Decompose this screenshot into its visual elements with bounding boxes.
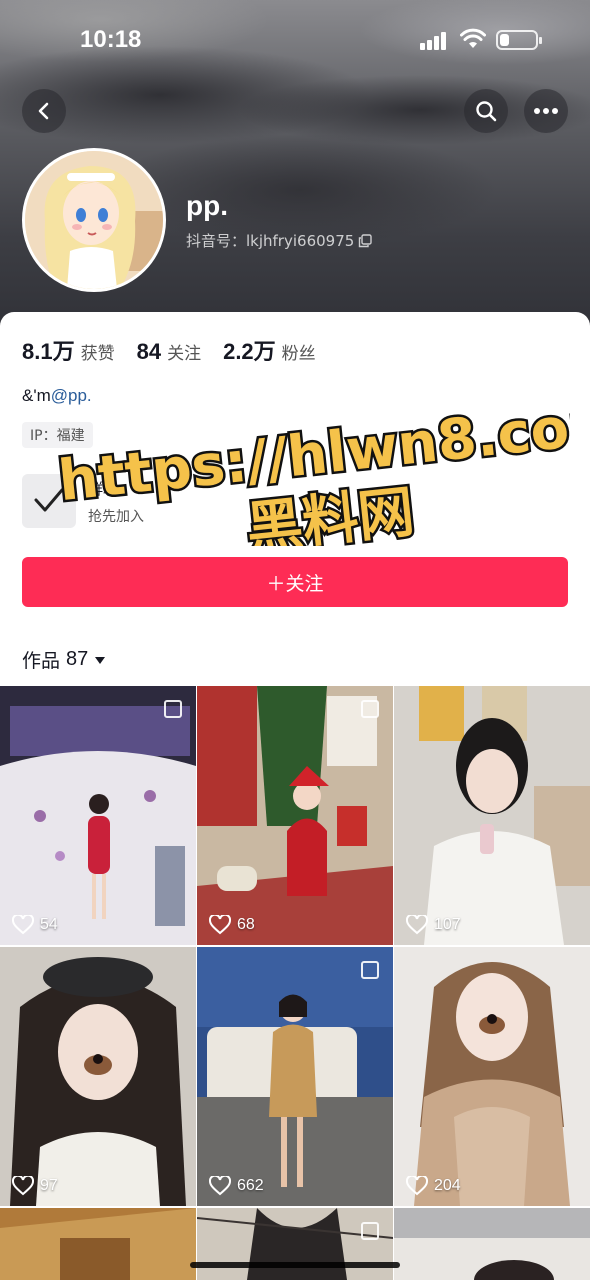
video-tile[interactable]: 204 bbox=[394, 947, 590, 1206]
heart-icon bbox=[209, 1176, 231, 1196]
avatar[interactable] bbox=[22, 148, 166, 292]
video-tile[interactable]: 97 bbox=[0, 947, 196, 1206]
search-button[interactable] bbox=[464, 89, 508, 133]
like-count-number: 97 bbox=[40, 1177, 58, 1194]
profile-stats: 8.1万 获赞 84 关注 2.2万 粉丝 bbox=[22, 334, 316, 366]
video-tile[interactable] bbox=[197, 1208, 393, 1280]
stat-label: 获赞 bbox=[80, 344, 115, 364]
video-grid: 54 68 107 97 662 204 bbox=[0, 686, 590, 1280]
bio-mention-link[interactable]: @pp. bbox=[51, 386, 92, 405]
multi-image-icon bbox=[361, 1222, 379, 1240]
like-count: 54 bbox=[12, 915, 58, 935]
works-count: 87 bbox=[66, 648, 89, 670]
heart-icon bbox=[12, 1176, 34, 1196]
group-chat-subtitle: 抢先加入 bbox=[88, 509, 144, 525]
like-count-number: 54 bbox=[40, 916, 58, 933]
checkmark-icon bbox=[34, 488, 64, 512]
video-thumbnail bbox=[197, 1208, 393, 1280]
chevron-left-icon bbox=[38, 102, 49, 120]
stat-likes[interactable]: 8.1万 获赞 bbox=[22, 334, 115, 366]
multi-image-icon bbox=[361, 961, 379, 979]
video-thumbnail bbox=[394, 1208, 590, 1280]
group-chat-card[interactable]: 群聊 抢先加入 bbox=[22, 472, 322, 530]
video-thumbnail bbox=[0, 947, 196, 1206]
like-count-number: 107 bbox=[434, 916, 461, 933]
group-chat-thumbnail bbox=[22, 474, 76, 528]
ip-location-tag: IP：福建 bbox=[22, 422, 93, 448]
video-thumbnail bbox=[197, 686, 393, 945]
bio-text: &'m bbox=[22, 386, 51, 405]
avatar-image bbox=[25, 151, 163, 289]
home-indicator[interactable] bbox=[190, 1262, 400, 1268]
profile-bio: &'m@pp. bbox=[22, 386, 92, 406]
video-tile[interactable] bbox=[394, 1208, 590, 1280]
status-bar: 10:18 bbox=[0, 0, 590, 80]
video-thumbnail bbox=[197, 947, 393, 1206]
video-thumbnail bbox=[0, 686, 196, 945]
like-count-number: 662 bbox=[237, 1177, 264, 1194]
like-count: 662 bbox=[209, 1176, 264, 1196]
back-button[interactable] bbox=[22, 89, 66, 133]
dropdown-triangle-icon bbox=[95, 656, 106, 664]
video-tile[interactable]: 68 bbox=[197, 686, 393, 945]
stat-label: 关注 bbox=[167, 344, 202, 364]
douyin-id-text: 抖音号：lkjhfryi660975 bbox=[186, 232, 355, 250]
stat-following[interactable]: 84 关注 bbox=[137, 339, 201, 365]
video-tile[interactable]: 54 bbox=[0, 686, 196, 945]
like-count-number: 68 bbox=[237, 916, 255, 933]
like-count: 97 bbox=[12, 1176, 58, 1196]
douyin-id[interactable]: 抖音号：lkjhfryi660975 bbox=[186, 230, 372, 251]
multi-image-icon bbox=[361, 700, 379, 718]
battery-level bbox=[500, 34, 509, 46]
heart-icon bbox=[406, 1176, 428, 1196]
profile-name: pp. bbox=[186, 190, 228, 221]
search-icon bbox=[476, 101, 497, 122]
tab-works[interactable]: 作品 87 bbox=[22, 646, 106, 673]
heart-icon bbox=[12, 915, 34, 935]
video-tile[interactable] bbox=[0, 1208, 196, 1280]
more-dots-icon bbox=[534, 108, 558, 114]
status-time: 10:18 bbox=[80, 26, 142, 53]
like-count: 68 bbox=[209, 915, 255, 935]
video-thumbnail bbox=[394, 686, 590, 945]
like-count: 107 bbox=[406, 915, 461, 935]
heart-icon bbox=[406, 915, 428, 935]
video-tile[interactable]: 107 bbox=[394, 686, 590, 945]
stat-number: 2.2万 bbox=[223, 339, 276, 364]
like-count-number: 204 bbox=[434, 1177, 461, 1194]
copy-icon[interactable] bbox=[358, 233, 372, 248]
video-thumbnail bbox=[394, 947, 590, 1206]
heart-icon bbox=[209, 915, 231, 935]
video-thumbnail bbox=[0, 1208, 196, 1280]
cellular-signal-icon bbox=[420, 30, 450, 50]
multi-image-icon bbox=[164, 700, 182, 718]
group-chat-title: 群聊 bbox=[88, 480, 119, 498]
stat-number: 84 bbox=[136, 339, 162, 364]
like-count: 204 bbox=[406, 1176, 461, 1196]
stat-label: 粉丝 bbox=[281, 344, 316, 364]
wifi-icon bbox=[460, 28, 486, 48]
follow-button[interactable]: ＋关注 bbox=[22, 557, 568, 607]
stat-number: 8.1万 bbox=[22, 339, 75, 364]
works-label: 作品 bbox=[22, 650, 61, 672]
more-button[interactable] bbox=[524, 89, 568, 133]
video-tile[interactable]: 662 bbox=[197, 947, 393, 1206]
stat-followers[interactable]: 2.2万 粉丝 bbox=[223, 334, 316, 366]
battery-icon bbox=[496, 30, 542, 50]
